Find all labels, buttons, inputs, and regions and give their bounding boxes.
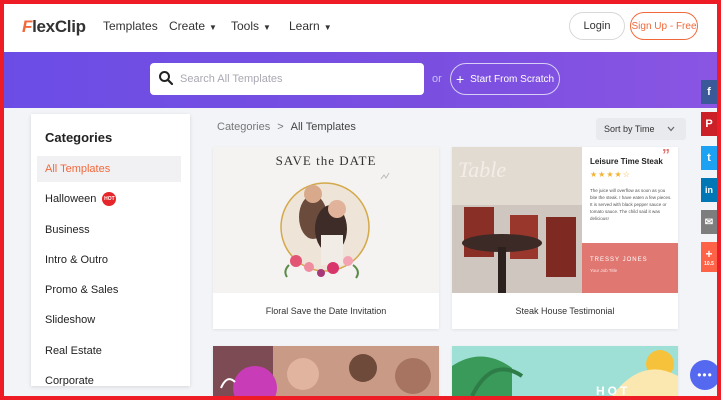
sidebar-item-business[interactable]: Business xyxy=(37,217,181,243)
search-input[interactable] xyxy=(180,70,410,88)
start-from-scratch-button[interactable]: + Start From Scratch xyxy=(450,63,560,95)
template-thumbnail[interactable] xyxy=(452,346,678,396)
sidebar-item-all-templates[interactable]: All Templates xyxy=(37,156,181,182)
reviewer-name: TRESSY JONES xyxy=(590,257,648,263)
template-thumbnail[interactable]: SAVE the DATE xyxy=(213,147,439,293)
email-icon: ✉ xyxy=(704,216,714,228)
chat-button[interactable]: ••• xyxy=(690,360,717,390)
save-the-date-text: SAVE the DATE xyxy=(275,153,377,168)
sort-dropdown[interactable]: Sort by Time xyxy=(596,118,686,140)
twitter-share-button[interactable]: t xyxy=(701,146,717,170)
quote-mark: ” xyxy=(662,147,670,164)
nav-tools[interactable]: Tools ▼ xyxy=(231,19,271,33)
breadcrumb-root[interactable]: Categories xyxy=(217,121,270,133)
login-button[interactable]: Login xyxy=(569,12,625,40)
nav-templates[interactable]: Templates xyxy=(103,19,158,33)
sidebar-item-real-estate[interactable]: Real Estate xyxy=(37,338,181,364)
top-navbar: FlexClip Templates Create ▼ Tools ▼ Learn ▼… xyxy=(4,4,717,52)
template-thumbnail[interactable] xyxy=(213,346,439,396)
sidebar-item-promo-sales[interactable]: Promo & Sales xyxy=(37,277,181,303)
template-card[interactable]: Table ” Leisure Time Steak ★★★★☆ The jui… xyxy=(452,147,678,329)
sidebar-item-halloween[interactable]: Halloween HOT xyxy=(37,186,181,212)
table-sign-text: Table xyxy=(458,157,507,182)
breadcrumb-separator: > xyxy=(277,121,284,133)
search-box[interactable] xyxy=(150,63,424,95)
template-card[interactable]: HOT xyxy=(452,346,678,396)
template-card[interactable] xyxy=(213,346,439,396)
sidebar-item-intro-outro[interactable]: Intro & Outro xyxy=(37,247,181,273)
chevron-down-icon xyxy=(667,126,674,132)
plus-icon: + xyxy=(455,71,465,87)
share-count: 10.5 xyxy=(704,261,714,267)
chevron-down-icon: ▼ xyxy=(209,22,217,32)
twitter-icon: t xyxy=(707,152,711,164)
or-label: or xyxy=(432,73,442,85)
nav-learn[interactable]: Learn ▼ xyxy=(289,19,332,33)
sidebar-item-slideshow[interactable]: Slideshow xyxy=(37,307,181,333)
more-share-button[interactable]: + 10.5 xyxy=(701,242,717,272)
template-title[interactable]: Floral Save the Date Invitation xyxy=(213,293,439,329)
share-plus-icon: + xyxy=(705,247,713,261)
nav-create[interactable]: Create ▼ xyxy=(169,19,217,33)
page: FlexClip Templates Create ▼ Tools ▼ Learn ▼… xyxy=(4,4,717,396)
pinterest-share-button[interactable]: P xyxy=(701,112,717,136)
signup-button[interactable]: Sign Up - Free xyxy=(630,12,698,40)
flexclip-logo[interactable]: FlexClip xyxy=(22,17,86,37)
facebook-icon: f xyxy=(707,86,711,98)
breadcrumb-current: All Templates xyxy=(290,121,356,133)
chevron-down-icon: ▼ xyxy=(263,22,271,32)
pinterest-icon: P xyxy=(705,118,713,130)
chat-icon: ••• xyxy=(697,368,713,382)
rating-stars: ★★★★☆ xyxy=(590,170,631,179)
categories-heading: Categories xyxy=(45,130,113,145)
reviewer-role: Your Job Title xyxy=(590,268,618,273)
email-share-button[interactable]: ✉ xyxy=(701,210,717,234)
chevron-down-icon: ▼ xyxy=(323,22,332,32)
search-icon xyxy=(159,71,174,86)
linkedin-share-button[interactable]: in xyxy=(701,178,717,202)
template-card[interactable]: SAVE the DATE Floral Save the Date Invit… xyxy=(213,147,439,329)
categories-sidebar: Categories All Templates Halloween HOT Bu… xyxy=(31,114,190,386)
search-band: or + Start From Scratch xyxy=(4,52,717,108)
testimonial-body: The juice will overflow as soon as you b… xyxy=(590,188,672,221)
linkedin-icon: in xyxy=(705,185,713,195)
sidebar-item-corporate[interactable]: Corporate xyxy=(37,368,181,386)
breadcrumb: Categories > All Templates xyxy=(217,121,356,133)
template-title[interactable]: Steak House Testimonial xyxy=(452,293,678,329)
hot-badge: HOT xyxy=(102,192,117,206)
template-thumbnail[interactable]: Table ” Leisure Time Steak ★★★★☆ The jui… xyxy=(452,147,678,293)
hot-thumb-text: HOT xyxy=(596,384,631,396)
facebook-share-button[interactable]: f xyxy=(701,80,717,104)
testimonial-heading: Leisure Time Steak xyxy=(590,157,663,166)
